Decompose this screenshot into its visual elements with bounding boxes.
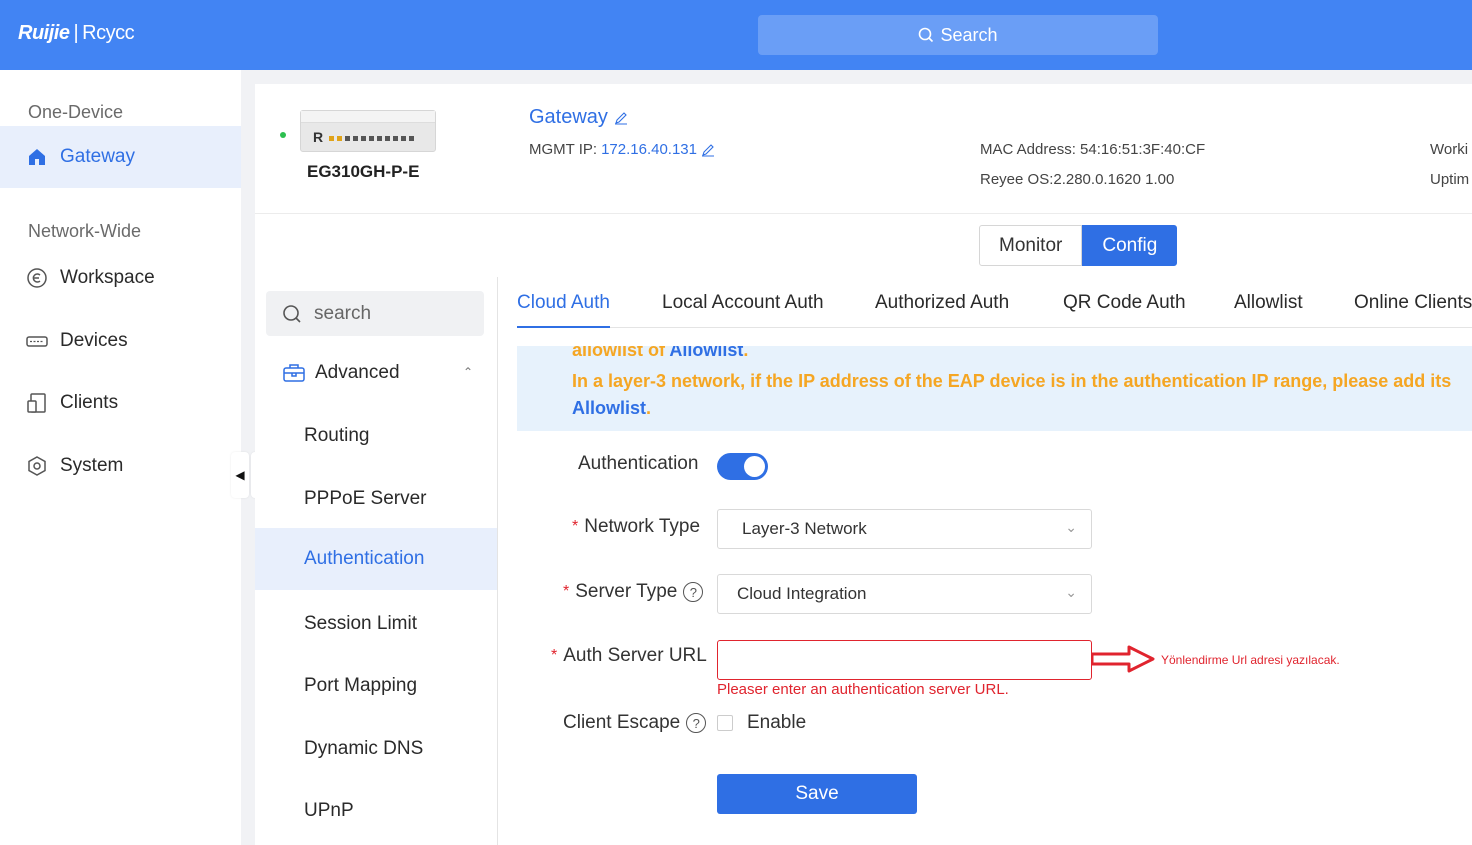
sidebar-item-label: Gateway: [60, 146, 135, 167]
system-icon: [28, 456, 46, 476]
top-bar: Ruijie | Rcycc Search: [0, 0, 1472, 70]
clients-icon: [27, 393, 46, 413]
config-button[interactable]: Config: [1082, 225, 1178, 266]
subnav-item-authentication[interactable]: Authentication: [255, 528, 497, 590]
auth-server-url-error: Pleaser enter an authentication server U…: [717, 681, 1009, 698]
network-type-label: * Network Type: [572, 516, 701, 537]
brand-logo[interactable]: Ruijie | Rcycc: [18, 22, 135, 45]
tab-qr-code-auth[interactable]: QR Code Auth: [1063, 287, 1186, 328]
annotation-arrow-icon: [1091, 645, 1155, 673]
subnav-search-input[interactable]: search: [266, 291, 484, 336]
authentication-toggle[interactable]: [717, 453, 768, 480]
caret-left-icon[interactable]: ◀: [231, 452, 249, 498]
device-name: Gateway: [529, 106, 628, 129]
notice-line-3: Allowlist.: [572, 398, 652, 418]
online-status-dot: [280, 132, 286, 138]
subnav-item-session-limit[interactable]: Session Limit: [255, 593, 497, 655]
workspace-icon: [27, 268, 47, 288]
chevron-down-icon: ⌄: [1065, 584, 1077, 600]
subnav-item-port-mapping[interactable]: Port Mapping: [255, 655, 497, 717]
client-escape-label: Client Escape ?: [563, 712, 707, 734]
info-notice: allowlist of Allowlist. In a layer-3 net…: [517, 346, 1472, 431]
notice-line-2: In a layer-3 network, if the IP address …: [572, 371, 1452, 391]
home-icon: [29, 149, 45, 165]
uptime-label: Uptim: [1430, 171, 1470, 188]
tab-cloud-auth[interactable]: Cloud Auth: [517, 287, 610, 328]
mgmt-ip-link[interactable]: 172.16.40.131: [601, 141, 697, 158]
device-model: EG310GH-P-E: [307, 162, 420, 181]
sidebar-item-workspace[interactable]: Workspace: [0, 247, 241, 309]
subnav-item-dynamic-dns[interactable]: Dynamic DNS: [255, 718, 497, 780]
subnav-item-routing[interactable]: Routing: [255, 405, 497, 467]
server-type-label: * Server Type ?: [563, 581, 704, 603]
sidebar-item-clients[interactable]: Clients: [0, 372, 241, 434]
client-escape-enable-label[interactable]: Enable: [747, 712, 806, 734]
subnav-group-advanced[interactable]: Advanced ⌃: [283, 355, 473, 391]
chevron-down-icon: ⌄: [1065, 519, 1077, 535]
toolbox-icon: [283, 364, 305, 382]
tab-local-account-auth[interactable]: Local Account Auth: [662, 287, 824, 328]
device-image: R: [300, 110, 436, 152]
mgmt-ip-row: MGMT IP: 172.16.40.131: [529, 141, 715, 158]
chevron-up-icon[interactable]: ⌃: [463, 365, 473, 379]
mode-switch: Monitor Config: [979, 225, 1178, 266]
tab-allowlist[interactable]: Allowlist: [1234, 287, 1303, 328]
server-type-select[interactable]: Cloud Integration ⌄: [717, 574, 1092, 614]
devices-icon: [26, 336, 48, 347]
work-mode-label: Worki: [1430, 141, 1469, 158]
search-placeholder: search: [314, 302, 372, 324]
main-content: R EG310GH-P-E Gateway MGMT IP: 172.16.40.…: [255, 84, 1472, 845]
config-subnav: search Advanced ⌃ Routing PPPoE Server A…: [255, 277, 498, 845]
section-network-wide: Network-Wide: [28, 221, 142, 241]
sidebar-item-label: System: [60, 455, 124, 476]
allowlist-link[interactable]: Allowlist: [669, 346, 743, 360]
sidebar-item-label: Devices: [60, 330, 128, 351]
help-icon[interactable]: ?: [683, 582, 704, 602]
subnav-item-pppoe-server[interactable]: PPPoE Server: [255, 468, 497, 530]
allowlist-link[interactable]: Allowlist: [572, 398, 646, 418]
os-version: Reyee OS:2.280.0.1620 1.00: [980, 171, 1175, 188]
global-search-button[interactable]: Search: [758, 15, 1158, 55]
tab-online-clients[interactable]: Online Clients: [1354, 287, 1472, 328]
main-sidebar: One-Device Gateway Network-Wide Workspac…: [0, 70, 241, 845]
sidebar-item-system[interactable]: System: [0, 435, 241, 497]
search-icon: [283, 304, 301, 323]
auth-tabs: Cloud Auth Local Account Auth Authorized…: [517, 287, 1472, 328]
device-header: R EG310GH-P-E Gateway MGMT IP: 172.16.40.…: [255, 84, 1472, 214]
section-one-device: One-Device: [28, 102, 124, 122]
sidebar-item-gateway[interactable]: Gateway: [0, 126, 241, 188]
help-icon[interactable]: ?: [686, 713, 707, 733]
search-icon: [919, 27, 934, 43]
network-type-select[interactable]: Layer-3 Network ⌄: [717, 509, 1092, 549]
edit-icon[interactable]: [614, 111, 628, 125]
sidebar-item-label: Workspace: [60, 267, 155, 288]
notice-line-1: allowlist of Allowlist.: [572, 346, 748, 361]
client-escape-checkbox[interactable]: [717, 715, 733, 731]
authentication-label: Authentication: [578, 453, 699, 474]
search-label: Search: [940, 24, 998, 45]
edit-icon[interactable]: [701, 143, 715, 157]
annotation-text: Yönlendirme Url adresi yazılacak.: [1161, 653, 1340, 667]
mac-address: MAC Address: 54:16:51:3F:40:CF: [980, 141, 1206, 158]
auth-server-url-label: * Auth Server URL: [551, 645, 707, 666]
subnav-item-upnp[interactable]: UPnP: [255, 780, 497, 842]
sidebar-item-label: Clients: [60, 392, 119, 413]
tab-authorized-auth[interactable]: Authorized Auth: [875, 287, 1009, 328]
sidebar-item-devices[interactable]: Devices: [0, 310, 241, 372]
auth-server-url-input[interactable]: [717, 640, 1092, 680]
monitor-button[interactable]: Monitor: [979, 225, 1083, 266]
save-button[interactable]: Save: [717, 774, 917, 814]
